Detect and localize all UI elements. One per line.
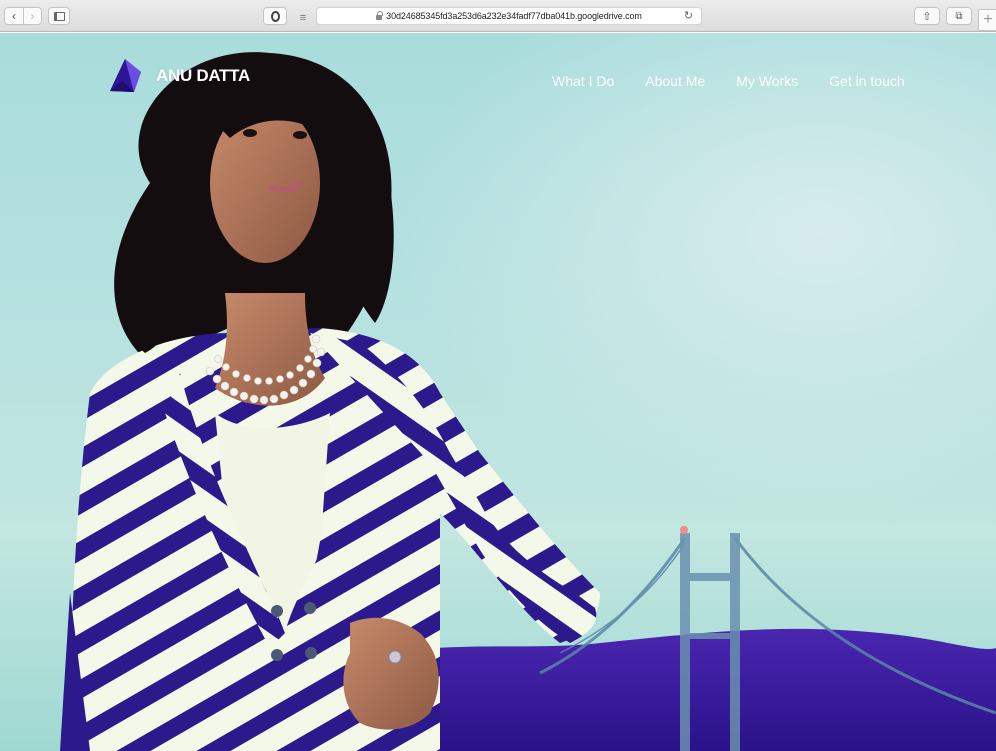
tabs-icon: ⧉ bbox=[955, 10, 963, 22]
nav-my-works[interactable]: My Works bbox=[736, 73, 798, 89]
opera-button[interactable] bbox=[263, 7, 287, 25]
site-brand[interactable]: ANU DATTA bbox=[108, 59, 250, 93]
address-bar[interactable]: 30d24685345fd3a253d6a232e34fadf77dba041b… bbox=[316, 7, 702, 25]
nav-what-i-do[interactable]: What I Do bbox=[552, 73, 614, 89]
hero-photo bbox=[60, 52, 996, 751]
tabs-button[interactable]: ⧉ bbox=[946, 7, 972, 25]
brand-name: ANU DATTA bbox=[156, 66, 250, 85]
history-nav-group: ‹ › bbox=[4, 7, 42, 25]
sidebar-button[interactable] bbox=[48, 7, 70, 25]
nav-about-me[interactable]: About Me bbox=[645, 73, 705, 89]
gem-logo-icon bbox=[110, 59, 141, 92]
new-tab-button[interactable]: + bbox=[978, 9, 996, 31]
plus-icon: + bbox=[983, 11, 993, 28]
lock-icon bbox=[376, 10, 384, 20]
share-button[interactable]: ⇧ bbox=[914, 7, 940, 25]
nav-get-in-touch[interactable]: Get in touch bbox=[829, 73, 905, 89]
reader-icon: ≡ bbox=[299, 12, 307, 24]
hero-section: ANU DATTA What I Do About Me My Works Ge… bbox=[0, 33, 996, 751]
share-icon: ⇧ bbox=[922, 10, 932, 23]
opera-icon bbox=[270, 10, 280, 22]
main-nav: What I Do About Me My Works Get in touch bbox=[552, 73, 905, 89]
browser-toolbar: ‹ › ≡ 30d24685345fd3a253d6a232e34fadf77d… bbox=[0, 0, 996, 32]
reader-button[interactable]: ≡ bbox=[295, 9, 311, 27]
forward-button[interactable]: › bbox=[22, 8, 41, 24]
back-button[interactable]: ‹ bbox=[5, 8, 23, 24]
sidebar-icon bbox=[53, 11, 65, 21]
url-text: 30d24685345fd3a253d6a232e34fadf77dba041b… bbox=[386, 11, 642, 21]
reload-icon[interactable]: ↻ bbox=[684, 9, 693, 22]
